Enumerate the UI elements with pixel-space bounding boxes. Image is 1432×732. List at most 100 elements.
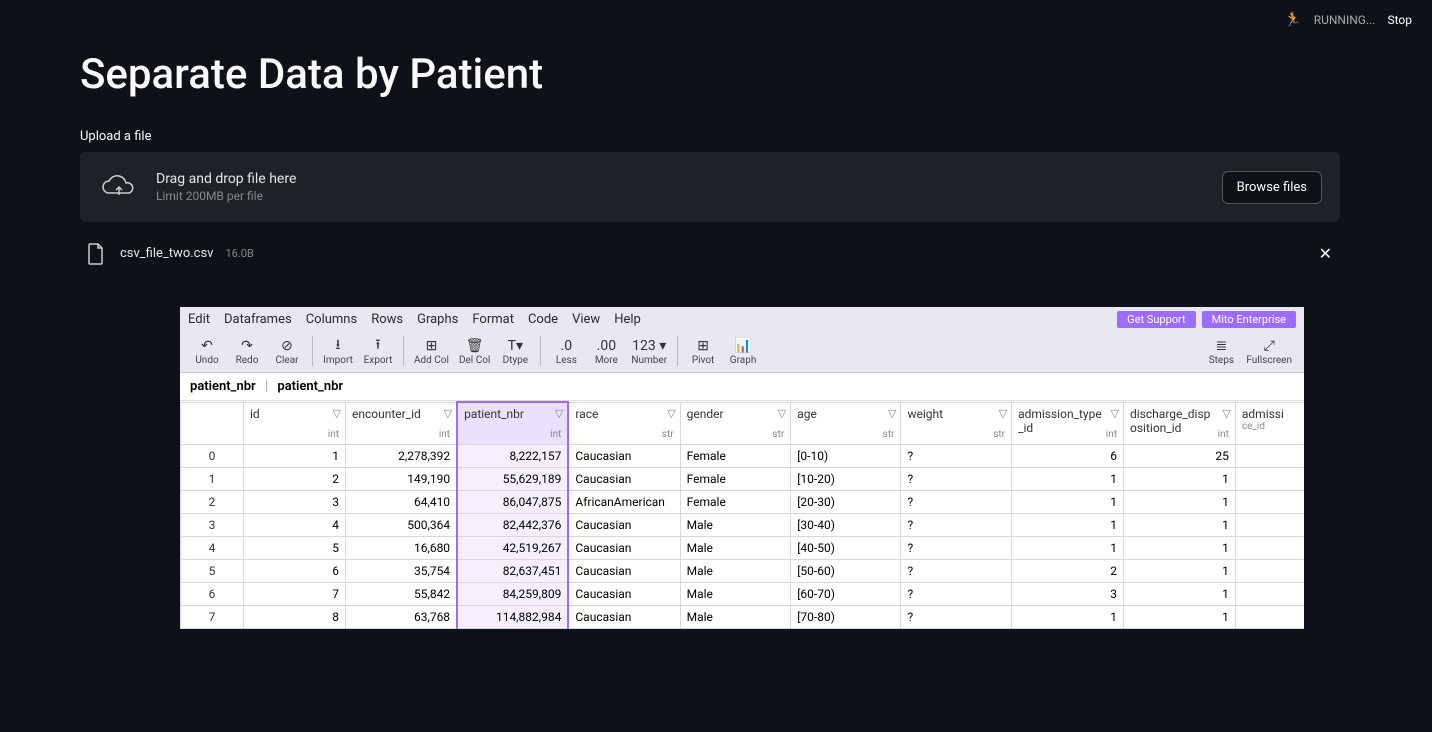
column-header-admission_type_id[interactable]: admission_type_id▽int <box>1012 402 1124 444</box>
cell[interactable]: 16,680 <box>346 536 458 559</box>
cell[interactable]: [0-10) <box>791 444 901 467</box>
remove-file-button[interactable]: ✕ <box>1315 240 1336 267</box>
cell[interactable] <box>1235 536 1304 559</box>
toolbar-import[interactable]: ⭳Import <box>319 337 357 366</box>
column-header-encounter_id[interactable]: encounter_id▽int <box>346 402 458 444</box>
toolbar-steps[interactable]: ≣Steps <box>1202 337 1240 366</box>
toolbar-export[interactable]: ⭱Export <box>359 337 397 366</box>
toolbar-pivot[interactable]: ⊞Pivot <box>684 337 722 366</box>
toolbar-graph[interactable]: 📊Graph <box>724 337 762 366</box>
row-index[interactable]: 7 <box>181 605 244 628</box>
cell[interactable]: ? <box>901 559 1012 582</box>
cell[interactable]: 1 <box>1012 536 1124 559</box>
column-header-weight[interactable]: weight▽str <box>901 402 1012 444</box>
cell[interactable]: 4 <box>243 513 345 536</box>
toolbar-number[interactable]: 123 ▾Number <box>627 337 671 366</box>
menu-graphs[interactable]: Graphs <box>417 312 458 327</box>
filter-icon[interactable]: ▽ <box>999 407 1007 420</box>
cell[interactable]: 35,754 <box>346 559 458 582</box>
cell[interactable]: 64,410 <box>346 490 458 513</box>
cell[interactable]: 84,259,809 <box>457 582 568 605</box>
toolbar-dtype[interactable]: T▾Dtype <box>496 337 534 366</box>
menu-help[interactable]: Help <box>614 312 641 327</box>
cell[interactable]: 1 <box>1012 467 1124 490</box>
cell[interactable]: Female <box>680 490 791 513</box>
column-header-age[interactable]: age▽str <box>791 402 901 444</box>
menu-edit[interactable]: Edit <box>188 312 210 327</box>
cell[interactable]: 2 <box>243 467 345 490</box>
row-index[interactable]: 5 <box>181 559 244 582</box>
cell[interactable] <box>1235 559 1304 582</box>
cell[interactable]: ? <box>901 582 1012 605</box>
cell[interactable]: 500,364 <box>346 513 458 536</box>
cell[interactable]: ? <box>901 467 1012 490</box>
cell[interactable]: [20-30) <box>791 490 901 513</box>
cell[interactable]: 149,190 <box>346 467 458 490</box>
cell[interactable]: 63,768 <box>346 605 458 628</box>
stop-button[interactable]: Stop <box>1387 13 1412 27</box>
toolbar-less[interactable]: .0Less <box>547 337 585 366</box>
column-header-gender[interactable]: gender▽str <box>680 402 791 444</box>
row-index[interactable]: 6 <box>181 582 244 605</box>
filter-icon[interactable]: ▽ <box>555 407 563 420</box>
filter-icon[interactable]: ▽ <box>1111 407 1119 420</box>
filter-icon[interactable]: ▽ <box>667 407 675 420</box>
row-index[interactable]: 3 <box>181 513 244 536</box>
cell[interactable]: [50-60) <box>791 559 901 582</box>
filter-icon[interactable]: ▽ <box>778 407 786 420</box>
cell[interactable] <box>1235 444 1304 467</box>
cell[interactable]: ? <box>901 490 1012 513</box>
menu-format[interactable]: Format <box>472 312 514 327</box>
cell[interactable]: Caucasian <box>568 536 680 559</box>
cell[interactable]: 6 <box>243 559 345 582</box>
cell[interactable]: 55,629,189 <box>457 467 568 490</box>
cell[interactable]: [60-70) <box>791 582 901 605</box>
menu-code[interactable]: Code <box>528 312 558 327</box>
cell[interactable]: 8,222,157 <box>457 444 568 467</box>
cell[interactable]: 6 <box>1012 444 1124 467</box>
toolbar-add-col[interactable]: ⊞Add Col <box>410 337 453 366</box>
cell[interactable]: 1 <box>1124 513 1236 536</box>
toolbar-clear[interactable]: ⊘Clear <box>268 337 306 366</box>
cell[interactable]: Female <box>680 467 791 490</box>
cell[interactable]: 86,047,875 <box>457 490 568 513</box>
cell[interactable]: [10-20) <box>791 467 901 490</box>
cell[interactable]: 2,278,392 <box>346 444 458 467</box>
cell[interactable]: [70-80) <box>791 605 901 628</box>
toolbar-more[interactable]: .00More <box>587 337 625 366</box>
menu-dataframes[interactable]: Dataframes <box>224 312 292 327</box>
cell[interactable]: 1 <box>243 444 345 467</box>
pill-get-support[interactable]: Get Support <box>1117 311 1195 328</box>
pill-mito-enterprise[interactable]: Mito Enterprise <box>1202 311 1296 328</box>
cell[interactable]: [40-50) <box>791 536 901 559</box>
cell[interactable]: Male <box>680 582 791 605</box>
cell[interactable]: Female <box>680 444 791 467</box>
cell[interactable]: ? <box>901 513 1012 536</box>
cell[interactable] <box>1235 467 1304 490</box>
cell[interactable]: 5 <box>243 536 345 559</box>
menu-view[interactable]: View <box>572 312 600 327</box>
cell[interactable] <box>1235 605 1304 628</box>
cell[interactable]: [30-40) <box>791 513 901 536</box>
cell[interactable]: AfricanAmerican <box>568 490 680 513</box>
cell[interactable]: 7 <box>243 582 345 605</box>
file-dropzone[interactable]: Drag and drop file here Limit 200MB per … <box>80 152 1340 222</box>
cell[interactable]: Male <box>680 559 791 582</box>
cell[interactable] <box>1235 513 1304 536</box>
cell[interactable]: 2 <box>1012 559 1124 582</box>
data-grid[interactable]: id▽intencounter_id▽intpatient_nbr▽intrac… <box>180 401 1304 629</box>
cell[interactable]: 1 <box>1012 490 1124 513</box>
cell[interactable]: Male <box>680 513 791 536</box>
cell[interactable]: Caucasian <box>568 467 680 490</box>
row-index[interactable]: 0 <box>181 444 244 467</box>
cell[interactable]: 82,442,376 <box>457 513 568 536</box>
toolbar-redo[interactable]: ↷Redo <box>228 337 266 366</box>
cell[interactable]: ? <box>901 605 1012 628</box>
cell[interactable]: 1 <box>1124 582 1236 605</box>
cell[interactable]: Caucasian <box>568 582 680 605</box>
column-header-patient_nbr[interactable]: patient_nbr▽int <box>457 402 568 444</box>
cell[interactable] <box>1235 582 1304 605</box>
column-header-race[interactable]: race▽str <box>568 402 680 444</box>
cell[interactable]: Male <box>680 536 791 559</box>
menu-columns[interactable]: Columns <box>306 312 358 327</box>
